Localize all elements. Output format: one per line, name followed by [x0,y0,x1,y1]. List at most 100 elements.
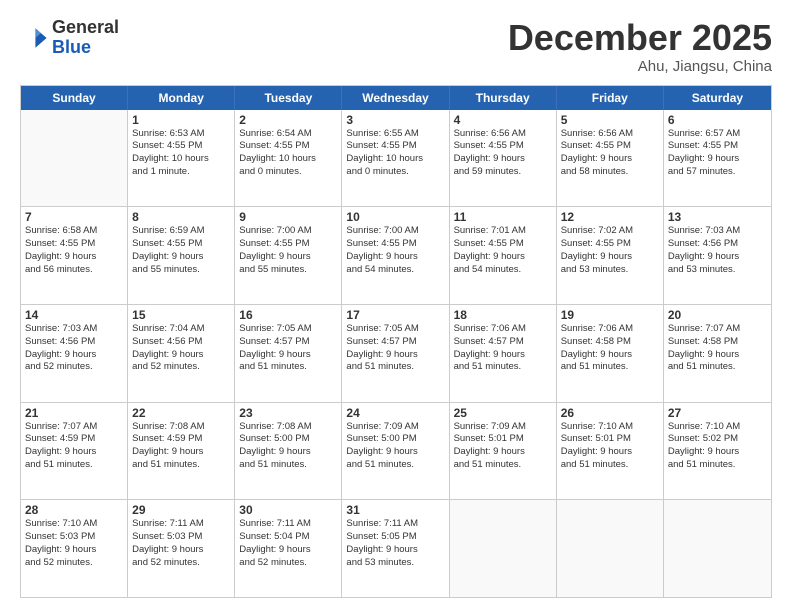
main-title: December 2025 [508,18,772,58]
calendar-cell: 11Sunrise: 7:01 AMSunset: 4:55 PMDayligh… [450,207,557,304]
day-number: 22 [132,406,230,420]
cell-info: Sunrise: 7:00 AMSunset: 4:55 PMDaylight:… [239,225,337,276]
calendar-cell: 15Sunrise: 7:04 AMSunset: 4:56 PMDayligh… [128,305,235,402]
logo-general: General [52,17,119,37]
calendar-cell: 3Sunrise: 6:55 AMSunset: 4:55 PMDaylight… [342,110,449,207]
cell-info: Sunrise: 6:57 AMSunset: 4:55 PMDaylight:… [668,128,767,179]
cell-info: Sunrise: 6:56 AMSunset: 4:55 PMDaylight:… [561,128,659,179]
day-number: 28 [25,503,123,517]
day-number: 30 [239,503,337,517]
day-number: 21 [25,406,123,420]
cell-info: Sunrise: 6:55 AMSunset: 4:55 PMDaylight:… [346,128,444,179]
day-number: 25 [454,406,552,420]
calendar-cell: 2Sunrise: 6:54 AMSunset: 4:55 PMDaylight… [235,110,342,207]
logo-text: General Blue [52,18,119,58]
sub-title: Ahu, Jiangsu, China [508,58,772,75]
cell-info: Sunrise: 7:03 AMSunset: 4:56 PMDaylight:… [25,323,123,374]
day-number: 14 [25,308,123,322]
cell-info: Sunrise: 6:53 AMSunset: 4:55 PMDaylight:… [132,128,230,179]
calendar-cell: 4Sunrise: 6:56 AMSunset: 4:55 PMDaylight… [450,110,557,207]
day-number: 4 [454,113,552,127]
calendar-cell: 6Sunrise: 6:57 AMSunset: 4:55 PMDaylight… [664,110,771,207]
calendar-cell: 7Sunrise: 6:58 AMSunset: 4:55 PMDaylight… [21,207,128,304]
calendar-row-2: 14Sunrise: 7:03 AMSunset: 4:56 PMDayligh… [21,305,771,403]
day-number: 13 [668,210,767,224]
calendar-cell: 29Sunrise: 7:11 AMSunset: 5:03 PMDayligh… [128,500,235,597]
day-number: 18 [454,308,552,322]
calendar-cell: 22Sunrise: 7:08 AMSunset: 4:59 PMDayligh… [128,403,235,500]
calendar-body: 1Sunrise: 6:53 AMSunset: 4:55 PMDaylight… [21,110,771,597]
calendar-cell [450,500,557,597]
day-number: 31 [346,503,444,517]
cell-info: Sunrise: 7:07 AMSunset: 4:59 PMDaylight:… [25,421,123,472]
cell-info: Sunrise: 7:06 AMSunset: 4:58 PMDaylight:… [561,323,659,374]
calendar-cell: 9Sunrise: 7:00 AMSunset: 4:55 PMDaylight… [235,207,342,304]
logo: General Blue [20,18,119,58]
day-of-week-tuesday: Tuesday [235,86,342,110]
cell-info: Sunrise: 7:10 AMSunset: 5:01 PMDaylight:… [561,421,659,472]
day-number: 3 [346,113,444,127]
cell-info: Sunrise: 6:54 AMSunset: 4:55 PMDaylight:… [239,128,337,179]
day-number: 9 [239,210,337,224]
calendar-cell: 28Sunrise: 7:10 AMSunset: 5:03 PMDayligh… [21,500,128,597]
calendar-cell [557,500,664,597]
cell-info: Sunrise: 7:09 AMSunset: 5:00 PMDaylight:… [346,421,444,472]
cell-info: Sunrise: 7:09 AMSunset: 5:01 PMDaylight:… [454,421,552,472]
day-number: 6 [668,113,767,127]
cell-info: Sunrise: 6:58 AMSunset: 4:55 PMDaylight:… [25,225,123,276]
calendar-cell: 13Sunrise: 7:03 AMSunset: 4:56 PMDayligh… [664,207,771,304]
logo-blue: Blue [52,37,91,57]
cell-info: Sunrise: 6:59 AMSunset: 4:55 PMDaylight:… [132,225,230,276]
calendar-cell: 27Sunrise: 7:10 AMSunset: 5:02 PMDayligh… [664,403,771,500]
calendar-cell: 8Sunrise: 6:59 AMSunset: 4:55 PMDaylight… [128,207,235,304]
calendar-row-4: 28Sunrise: 7:10 AMSunset: 5:03 PMDayligh… [21,500,771,597]
cell-info: Sunrise: 7:11 AMSunset: 5:03 PMDaylight:… [132,518,230,569]
calendar-row-0: 1Sunrise: 6:53 AMSunset: 4:55 PMDaylight… [21,110,771,208]
calendar-cell: 14Sunrise: 7:03 AMSunset: 4:56 PMDayligh… [21,305,128,402]
day-number: 19 [561,308,659,322]
day-of-week-wednesday: Wednesday [342,86,449,110]
cell-info: Sunrise: 7:02 AMSunset: 4:55 PMDaylight:… [561,225,659,276]
cell-info: Sunrise: 7:10 AMSunset: 5:02 PMDaylight:… [668,421,767,472]
calendar-cell: 17Sunrise: 7:05 AMSunset: 4:57 PMDayligh… [342,305,449,402]
cell-info: Sunrise: 7:11 AMSunset: 5:04 PMDaylight:… [239,518,337,569]
calendar-cell: 21Sunrise: 7:07 AMSunset: 4:59 PMDayligh… [21,403,128,500]
day-of-week-monday: Monday [128,86,235,110]
calendar-cell: 19Sunrise: 7:06 AMSunset: 4:58 PMDayligh… [557,305,664,402]
cell-info: Sunrise: 7:06 AMSunset: 4:57 PMDaylight:… [454,323,552,374]
calendar-cell [21,110,128,207]
cell-info: Sunrise: 7:00 AMSunset: 4:55 PMDaylight:… [346,225,444,276]
cell-info: Sunrise: 7:07 AMSunset: 4:58 PMDaylight:… [668,323,767,374]
calendar-cell: 25Sunrise: 7:09 AMSunset: 5:01 PMDayligh… [450,403,557,500]
calendar-cell: 12Sunrise: 7:02 AMSunset: 4:55 PMDayligh… [557,207,664,304]
calendar: SundayMondayTuesdayWednesdayThursdayFrid… [20,85,772,598]
calendar-cell: 30Sunrise: 7:11 AMSunset: 5:04 PMDayligh… [235,500,342,597]
day-number: 17 [346,308,444,322]
title-block: December 2025 Ahu, Jiangsu, China [508,18,772,75]
calendar-row-3: 21Sunrise: 7:07 AMSunset: 4:59 PMDayligh… [21,403,771,501]
calendar-row-1: 7Sunrise: 6:58 AMSunset: 4:55 PMDaylight… [21,207,771,305]
day-number: 16 [239,308,337,322]
cell-info: Sunrise: 7:08 AMSunset: 4:59 PMDaylight:… [132,421,230,472]
day-number: 23 [239,406,337,420]
cell-info: Sunrise: 6:56 AMSunset: 4:55 PMDaylight:… [454,128,552,179]
calendar-cell: 20Sunrise: 7:07 AMSunset: 4:58 PMDayligh… [664,305,771,402]
day-of-week-sunday: Sunday [21,86,128,110]
calendar-cell: 10Sunrise: 7:00 AMSunset: 4:55 PMDayligh… [342,207,449,304]
day-number: 24 [346,406,444,420]
calendar-cell: 31Sunrise: 7:11 AMSunset: 5:05 PMDayligh… [342,500,449,597]
calendar-cell [664,500,771,597]
day-number: 7 [25,210,123,224]
calendar-header: SundayMondayTuesdayWednesdayThursdayFrid… [21,86,771,110]
day-number: 27 [668,406,767,420]
calendar-cell: 5Sunrise: 6:56 AMSunset: 4:55 PMDaylight… [557,110,664,207]
cell-info: Sunrise: 7:05 AMSunset: 4:57 PMDaylight:… [239,323,337,374]
cell-info: Sunrise: 7:08 AMSunset: 5:00 PMDaylight:… [239,421,337,472]
calendar-cell: 23Sunrise: 7:08 AMSunset: 5:00 PMDayligh… [235,403,342,500]
day-number: 10 [346,210,444,224]
day-of-week-saturday: Saturday [664,86,771,110]
cell-info: Sunrise: 7:11 AMSunset: 5:05 PMDaylight:… [346,518,444,569]
logo-icon [20,24,48,52]
day-number: 26 [561,406,659,420]
calendar-cell: 24Sunrise: 7:09 AMSunset: 5:00 PMDayligh… [342,403,449,500]
